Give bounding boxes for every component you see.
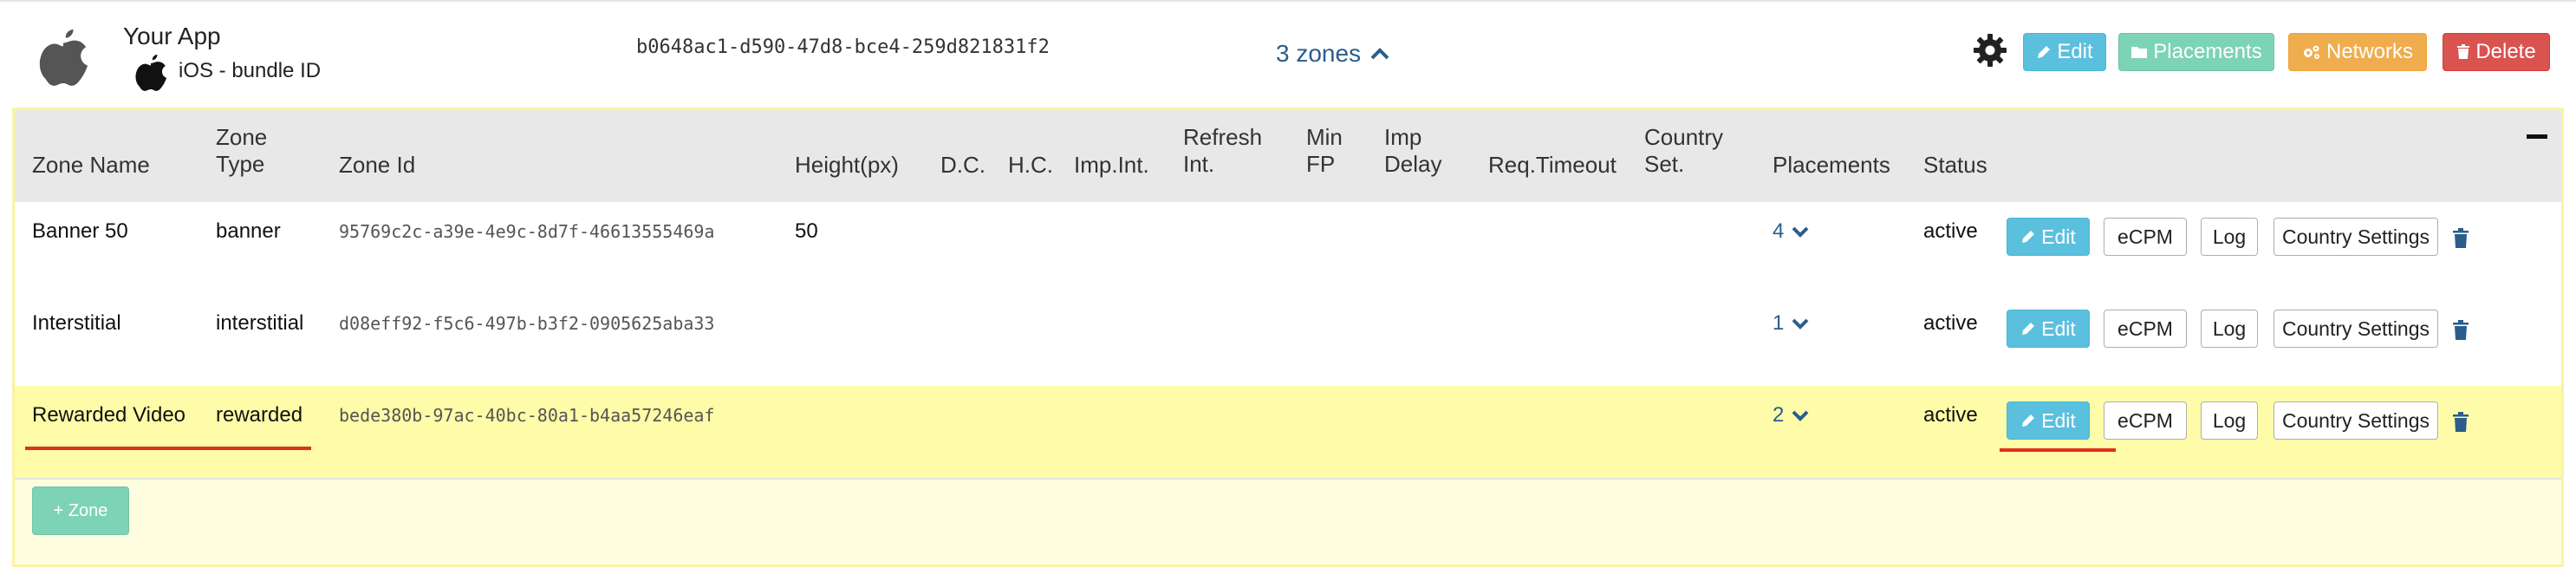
header-imp-int: Imp.Int.: [1074, 152, 1149, 178]
pencil-icon: [2022, 415, 2035, 427]
log-button[interactable]: Log: [2201, 218, 2258, 256]
zone-edit-button[interactable]: Edit: [2007, 310, 2090, 348]
zone-edit-button[interactable]: Edit: [2007, 218, 2090, 256]
country-settings-button[interactable]: Country Settings: [2274, 401, 2438, 440]
zone-type: interstitial: [216, 311, 304, 335]
networks-button[interactable]: Networks: [2288, 33, 2427, 71]
zone-status: active: [1923, 311, 1978, 335]
zone-name: Rewarded Video: [32, 403, 186, 427]
app-delete-button[interactable]: Delete: [2443, 33, 2550, 71]
chevron-down-icon: [1792, 410, 1809, 421]
zone-name: Interstitial: [32, 311, 121, 335]
app-name: Your App: [123, 23, 221, 49]
app-uuid: b0648ac1-d590-47d8-bce4-259d821831f2: [636, 36, 1050, 58]
ecpm-button[interactable]: eCPM: [2104, 218, 2187, 256]
header-zone-type: Zone Type: [216, 124, 268, 177]
header-imp-delay: Imp Delay: [1384, 124, 1442, 177]
header-min-fp: Min FP: [1306, 124, 1343, 177]
zones-panel: Zone Name Zone Type Zone Id Height(px) D.…: [12, 108, 2564, 567]
annotation-underline-zone: [25, 447, 311, 450]
chevron-down-icon: [1792, 226, 1809, 238]
app-header: Your App iOS - bundle ID b0648ac1-d590-4…: [0, 0, 2576, 109]
placements-count: 4: [1773, 219, 1785, 243]
zone-height: 50: [795, 219, 818, 243]
zone-edit-button[interactable]: Edit: [2007, 401, 2090, 440]
chevron-down-icon: [1792, 318, 1809, 330]
zone-id: d08eff92-f5c6-497b-b3f2-0905625aba33: [339, 313, 715, 334]
ecpm-button[interactable]: eCPM: [2104, 310, 2187, 348]
placements-dropdown[interactable]: 2: [1773, 403, 1810, 428]
placements-dropdown[interactable]: 1: [1773, 311, 1810, 336]
placements-button[interactable]: Placements: [2118, 33, 2274, 71]
zone-type: banner: [216, 219, 281, 243]
ecpm-button[interactable]: eCPM: [2104, 401, 2187, 440]
table-row: Banner 50 banner 95769c2c-a39e-4e9c-8d7f…: [15, 202, 2561, 296]
zone-status: active: [1923, 219, 1978, 243]
ios-platform-icon: [135, 55, 167, 91]
collapse-icon[interactable]: [2527, 134, 2547, 139]
app-edit-label: Edit: [2057, 40, 2093, 63]
trash-icon[interactable]: [2452, 228, 2469, 249]
apple-logo-icon: [39, 29, 88, 86]
log-button[interactable]: Log: [2201, 310, 2258, 348]
header-req-timeout: Req.Timeout: [1488, 152, 1617, 178]
app-delete-label: Delete: [2475, 40, 2536, 63]
trash-icon[interactable]: [2452, 412, 2469, 433]
header-country-set: Country Set.: [1644, 124, 1724, 177]
header-height: Height(px): [795, 152, 899, 178]
placements-count: 2: [1773, 403, 1785, 427]
header-zone-id: Zone Id: [339, 152, 416, 178]
header-status: Status: [1923, 152, 1987, 178]
add-zone-button[interactable]: + Zone: [32, 486, 129, 535]
table-row: Interstitial interstitial d08eff92-f5c6-…: [15, 294, 2561, 388]
log-button[interactable]: Log: [2201, 401, 2258, 440]
networks-label: Networks: [2326, 40, 2414, 63]
placements-count: 1: [1773, 311, 1785, 335]
annotation-underline-edit: [2000, 448, 2116, 452]
placements-dropdown[interactable]: 4: [1773, 219, 1810, 244]
pencil-icon: [2038, 46, 2051, 58]
zones-toggle-label: 3 zones: [1276, 40, 1362, 67]
placements-label: Placements: [2153, 40, 2262, 63]
pencil-icon: [2022, 323, 2035, 335]
folder-icon: [2131, 47, 2148, 58]
zone-status: active: [1923, 403, 1978, 427]
gear-icon[interactable]: [1973, 33, 2007, 68]
app-platform-label: iOS - bundle ID: [179, 59, 322, 82]
zone-id: 95769c2c-a39e-4e9c-8d7f-46613555469a: [339, 221, 715, 242]
country-settings-button[interactable]: Country Settings: [2274, 218, 2438, 256]
header-placements: Placements: [1773, 152, 1890, 178]
chevron-up-icon: [1370, 48, 1389, 60]
trash-icon[interactable]: [2452, 320, 2469, 341]
table-row: Rewarded Video rewarded bede380b-97ac-40…: [15, 386, 2561, 480]
cogs-icon: [2303, 45, 2319, 59]
app-page: Your App iOS - bundle ID b0648ac1-d590-4…: [0, 0, 2576, 581]
zone-name: Banner 50: [32, 219, 128, 243]
zone-id: bede380b-97ac-40bc-80a1-b4aa57246eaf: [339, 405, 715, 426]
country-settings-button[interactable]: Country Settings: [2274, 310, 2438, 348]
app-edit-button[interactable]: Edit: [2023, 33, 2106, 71]
pencil-icon: [2022, 231, 2035, 243]
header-refresh-int: Refresh Int.: [1183, 124, 1263, 177]
zones-toggle[interactable]: 3 zones: [1276, 40, 1390, 68]
header-hc: H.C.: [1008, 152, 1053, 178]
trash-icon: [2457, 44, 2470, 59]
header-dc: D.C.: [940, 152, 986, 178]
zones-table-header: Zone Name Zone Type Zone Id Height(px) D.…: [15, 110, 2561, 204]
header-zone-name: Zone Name: [32, 152, 150, 178]
zone-type: rewarded: [216, 403, 303, 427]
